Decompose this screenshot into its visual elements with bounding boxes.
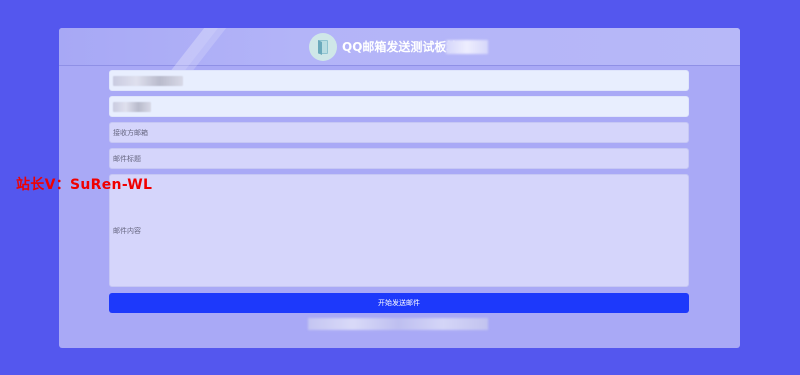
page-title: QQ邮箱发送测试板块 [342, 40, 459, 54]
receiver-email-placeholder: 接收方邮箱 [113, 128, 148, 137]
main-card: QQ邮箱发送测试板块 接收方邮箱 邮件标题 邮件内容 开始发送邮件 [59, 28, 740, 348]
content-placeholder: 邮件内容 [113, 226, 141, 235]
receiver-email-field[interactable]: 接收方邮箱 [109, 122, 689, 143]
subject-field[interactable]: 邮件标题 [109, 148, 689, 169]
card-header: QQ邮箱发送测试板块 [59, 28, 740, 80]
footer-redacted-text [308, 318, 488, 330]
watermark-text: 站长V：SuRen-WL [16, 177, 153, 193]
book-logo-icon [309, 33, 337, 61]
send-button[interactable]: 开始发送邮件 [109, 293, 689, 313]
subject-placeholder: 邮件标题 [113, 154, 141, 163]
title-redacted-text [446, 40, 488, 54]
redacted-text [113, 101, 151, 112]
redacted-text [113, 75, 183, 86]
content-textarea[interactable]: 邮件内容 [109, 174, 689, 287]
sender-email-field[interactable] [109, 70, 689, 91]
sender-auth-code-field[interactable] [109, 96, 689, 117]
